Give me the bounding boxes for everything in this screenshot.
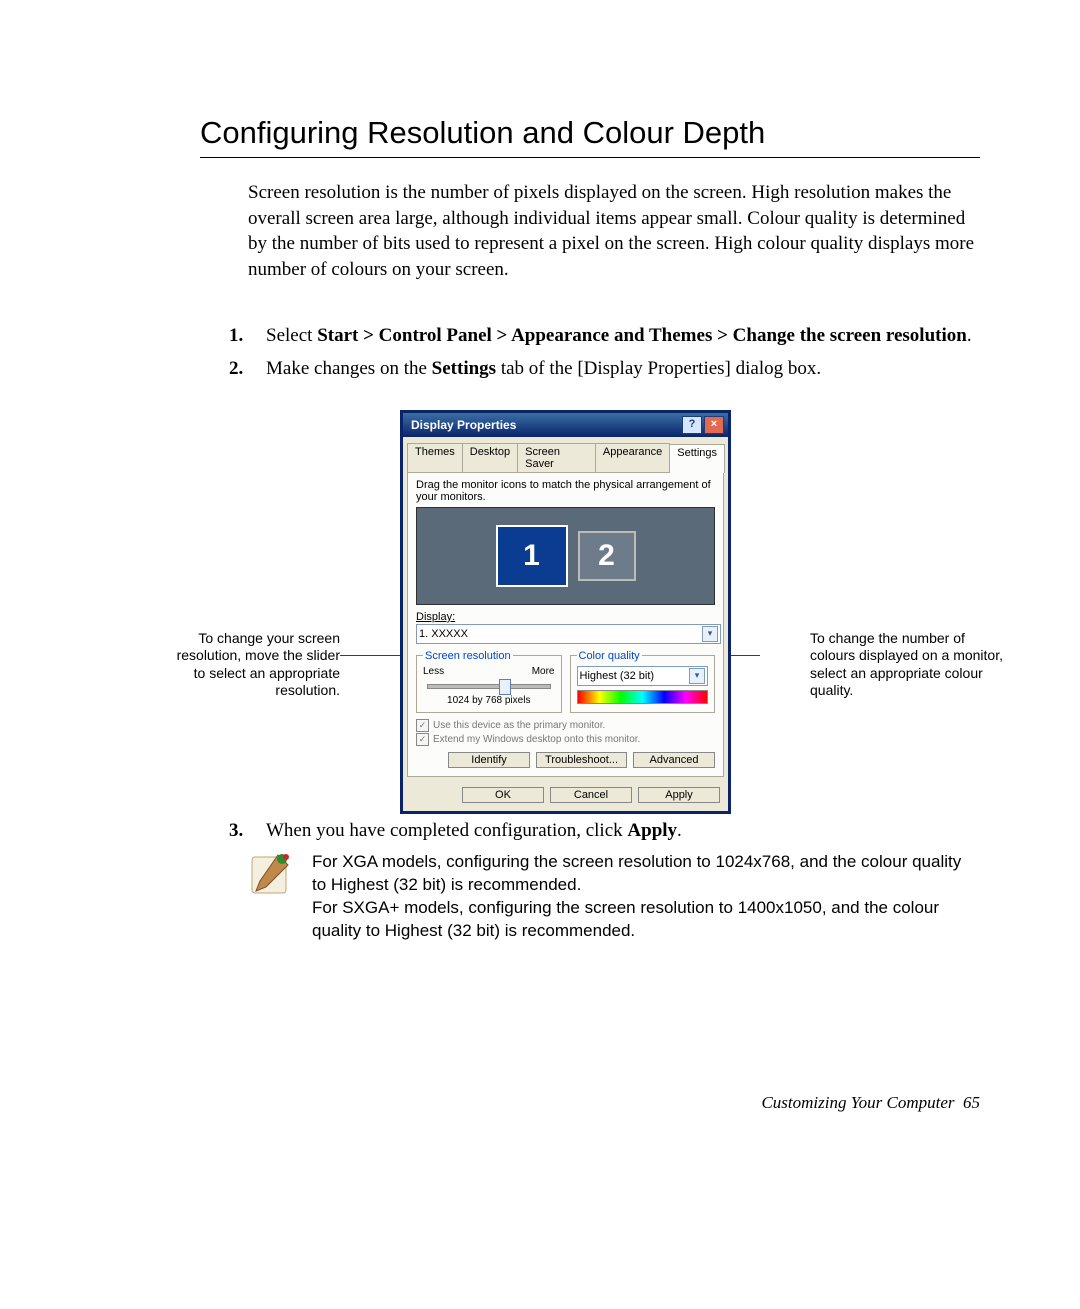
extend-desktop-checkbox[interactable]: ✓ <box>416 733 429 746</box>
dialog-screenshot-figure: To change your screen resolution, move t… <box>200 410 980 790</box>
callout-right: To change the number of colours displaye… <box>810 630 1010 700</box>
slider-thumb[interactable] <box>499 679 511 695</box>
screen-resolution-group: Screen resolution Less More 1024 by 768 … <box>416 650 562 713</box>
step-1: Select Start > Control Panel > Appearanc… <box>248 323 980 349</box>
dialog-footer: OK Cancel Apply <box>403 781 728 811</box>
monitor-arrangement[interactable]: 1 2 <box>416 507 715 605</box>
ok-button[interactable]: OK <box>462 787 544 803</box>
note-p1: For XGA models, configuring the screen r… <box>312 851 980 897</box>
troubleshoot-button[interactable]: Troubleshoot... <box>536 752 627 768</box>
step1-path-bold: Start > Control Panel > Appearance and T… <box>317 325 967 346</box>
instruction-list: Select Start > Control Panel > Appearanc… <box>200 323 980 382</box>
step3-b: . <box>677 820 682 841</box>
step1-tail: . <box>967 325 972 346</box>
note-text: For XGA models, configuring the screen r… <box>312 851 980 943</box>
step-2: Make changes on the Settings tab of the … <box>248 356 980 382</box>
color-quality-select[interactable]: Highest (32 bit) ▾ <box>577 666 709 686</box>
page-footer: Customizing Your Computer 65 <box>200 1093 980 1113</box>
note-p2: For SXGA+ models, configuring the screen… <box>312 897 980 943</box>
slider-more-label: More <box>532 666 555 677</box>
identify-button[interactable]: Identify <box>448 752 530 768</box>
help-button[interactable]: ? <box>682 416 702 434</box>
tab-desktop[interactable]: Desktop <box>462 443 518 472</box>
step2-a: Make changes on the <box>266 358 432 379</box>
step3-a: When you have completed configuration, c… <box>266 820 627 841</box>
close-button[interactable]: × <box>704 416 724 434</box>
page-title: Configuring Resolution and Colour Depth <box>200 115 980 151</box>
step1-text: Select <box>266 325 317 346</box>
color-quality-group: Color quality Highest (32 bit) ▾ <box>570 650 716 713</box>
dialog-title: Display Properties <box>411 418 516 432</box>
note-block: For XGA models, configuring the screen r… <box>248 851 980 943</box>
step3-bold: Apply <box>627 820 677 841</box>
dialog-body: Drag the monitor icons to match the phys… <box>407 472 724 777</box>
resolution-readout: 1024 by 768 pixels <box>423 695 555 706</box>
tab-settings[interactable]: Settings <box>669 444 725 473</box>
chevron-down-icon[interactable]: ▾ <box>702 626 718 642</box>
step-3: When you have completed configuration, c… <box>248 818 980 844</box>
tab-appearance[interactable]: Appearance <box>595 443 670 472</box>
instruction-list-cont: When you have completed configuration, c… <box>200 818 980 844</box>
slider-rail <box>427 684 551 689</box>
resolution-slider[interactable] <box>423 679 555 693</box>
primary-monitor-checkbox[interactable]: ✓ <box>416 719 429 732</box>
extend-desktop-label: Extend my Windows desktop onto this moni… <box>433 734 640 745</box>
color-quality-legend: Color quality <box>577 650 642 662</box>
arrangement-instruction: Drag the monitor icons to match the phys… <box>416 479 715 503</box>
tab-screen-saver[interactable]: Screen Saver <box>517 443 596 472</box>
monitor-2-icon[interactable]: 2 <box>578 531 636 581</box>
step2-bold: Settings <box>432 358 496 379</box>
monitor-options: ✓ Use this device as the primary monitor… <box>416 719 715 746</box>
tab-themes[interactable]: Themes <box>407 443 463 472</box>
intro-paragraph: Screen resolution is the number of pixel… <box>248 180 980 283</box>
screen-resolution-legend: Screen resolution <box>423 650 513 662</box>
dialog-tabs: Themes Desktop Screen Saver Appearance S… <box>403 437 728 472</box>
callout-left: To change your screen resolution, move t… <box>170 630 340 700</box>
chevron-down-icon[interactable]: ▾ <box>689 668 705 684</box>
display-properties-dialog: Display Properties ? × Themes Desktop Sc… <box>400 410 731 814</box>
advanced-button[interactable]: Advanced <box>633 752 715 768</box>
color-quality-value: Highest (32 bit) <box>580 670 655 682</box>
apply-button[interactable]: Apply <box>638 787 720 803</box>
title-separator <box>200 157 980 158</box>
step2-b: tab of the [Display Properties] dialog b… <box>496 358 821 379</box>
settings-buttons: Identify Troubleshoot... Advanced <box>416 752 715 768</box>
display-select[interactable]: 1. XXXXX ▾ <box>416 624 721 644</box>
note-pencil-icon <box>248 851 294 897</box>
monitor-1-icon[interactable]: 1 <box>496 525 568 587</box>
callout-line-right <box>730 655 760 656</box>
footer-section: Customizing Your Computer <box>761 1093 954 1112</box>
display-select-value: 1. XXXXX <box>419 628 468 640</box>
display-label: Display: <box>416 611 715 623</box>
dialog-titlebar[interactable]: Display Properties ? × <box>403 413 728 437</box>
primary-monitor-label: Use this device as the primary monitor. <box>433 720 605 731</box>
cancel-button[interactable]: Cancel <box>550 787 632 803</box>
color-spectrum-icon <box>577 690 709 704</box>
footer-page-number: 65 <box>963 1093 980 1112</box>
slider-less-label: Less <box>423 666 444 677</box>
